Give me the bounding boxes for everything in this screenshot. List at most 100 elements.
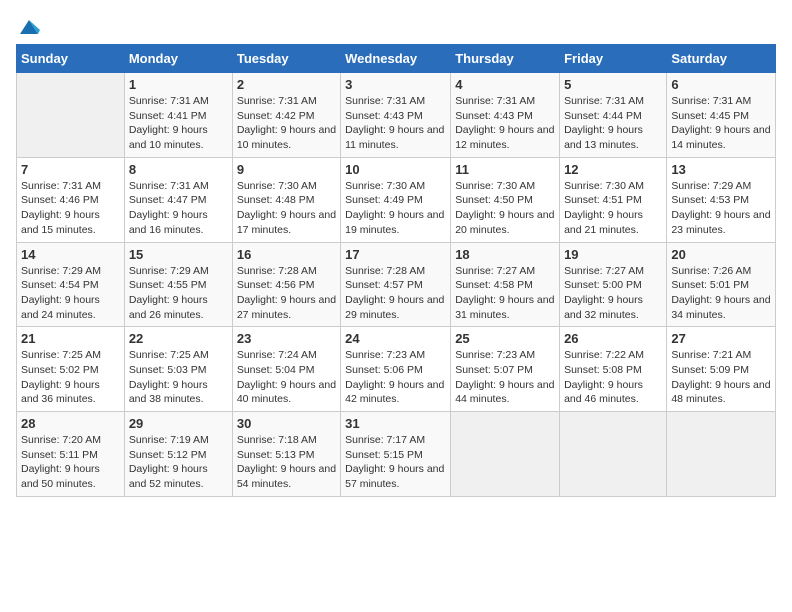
day-number: 15 — [129, 247, 228, 262]
day-number: 11 — [455, 162, 555, 177]
day-number: 8 — [129, 162, 228, 177]
calendar-cell: 23 Sunrise: 7:24 AMSunset: 5:04 PMDayligh… — [232, 327, 340, 412]
calendar-cell: 22 Sunrise: 7:25 AMSunset: 5:03 PMDayligh… — [124, 327, 232, 412]
calendar-cell: 6 Sunrise: 7:31 AMSunset: 4:45 PMDaylight… — [667, 73, 776, 158]
day-info: Sunrise: 7:20 AMSunset: 5:11 PMDaylight:… — [21, 433, 120, 492]
day-info: Sunrise: 7:28 AMSunset: 4:56 PMDaylight:… — [237, 264, 336, 323]
calendar-cell: 15 Sunrise: 7:29 AMSunset: 4:55 PMDayligh… — [124, 242, 232, 327]
calendar-cell: 9 Sunrise: 7:30 AMSunset: 4:48 PMDaylight… — [232, 157, 340, 242]
day-info: Sunrise: 7:31 AMSunset: 4:47 PMDaylight:… — [129, 179, 228, 238]
calendar-cell: 5 Sunrise: 7:31 AMSunset: 4:44 PMDaylight… — [560, 73, 667, 158]
day-info: Sunrise: 7:22 AMSunset: 5:08 PMDaylight:… — [564, 348, 662, 407]
day-info: Sunrise: 7:31 AMSunset: 4:43 PMDaylight:… — [345, 94, 446, 153]
day-number: 12 — [564, 162, 662, 177]
day-number: 13 — [671, 162, 771, 177]
weekday-header-tuesday: Tuesday — [232, 45, 340, 73]
day-info: Sunrise: 7:19 AMSunset: 5:12 PMDaylight:… — [129, 433, 228, 492]
logo-icon — [18, 16, 40, 38]
day-info: Sunrise: 7:30 AMSunset: 4:49 PMDaylight:… — [345, 179, 446, 238]
day-info: Sunrise: 7:29 AMSunset: 4:55 PMDaylight:… — [129, 264, 228, 323]
weekday-header-friday: Friday — [560, 45, 667, 73]
day-info: Sunrise: 7:23 AMSunset: 5:06 PMDaylight:… — [345, 348, 446, 407]
weekday-header-monday: Monday — [124, 45, 232, 73]
day-info: Sunrise: 7:27 AMSunset: 4:58 PMDaylight:… — [455, 264, 555, 323]
weekday-header-wednesday: Wednesday — [341, 45, 451, 73]
day-info: Sunrise: 7:24 AMSunset: 5:04 PMDaylight:… — [237, 348, 336, 407]
day-info: Sunrise: 7:31 AMSunset: 4:46 PMDaylight:… — [21, 179, 120, 238]
day-info: Sunrise: 7:23 AMSunset: 5:07 PMDaylight:… — [455, 348, 555, 407]
day-info: Sunrise: 7:29 AMSunset: 4:53 PMDaylight:… — [671, 179, 771, 238]
day-info: Sunrise: 7:18 AMSunset: 5:13 PMDaylight:… — [237, 433, 336, 492]
calendar-cell: 14 Sunrise: 7:29 AMSunset: 4:54 PMDayligh… — [17, 242, 125, 327]
day-info: Sunrise: 7:31 AMSunset: 4:41 PMDaylight:… — [129, 94, 228, 153]
calendar-cell: 28 Sunrise: 7:20 AMSunset: 5:11 PMDayligh… — [17, 412, 125, 497]
day-number: 17 — [345, 247, 446, 262]
day-info: Sunrise: 7:31 AMSunset: 4:42 PMDaylight:… — [237, 94, 336, 153]
day-number: 29 — [129, 416, 228, 431]
weekday-header-saturday: Saturday — [667, 45, 776, 73]
day-number: 28 — [21, 416, 120, 431]
day-info: Sunrise: 7:25 AMSunset: 5:03 PMDaylight:… — [129, 348, 228, 407]
day-info: Sunrise: 7:30 AMSunset: 4:48 PMDaylight:… — [237, 179, 336, 238]
day-number: 30 — [237, 416, 336, 431]
calendar-cell — [451, 412, 560, 497]
day-info: Sunrise: 7:31 AMSunset: 4:43 PMDaylight:… — [455, 94, 555, 153]
day-info: Sunrise: 7:25 AMSunset: 5:02 PMDaylight:… — [21, 348, 120, 407]
page-header — [16, 16, 776, 32]
day-info: Sunrise: 7:30 AMSunset: 4:50 PMDaylight:… — [455, 179, 555, 238]
calendar-cell: 11 Sunrise: 7:30 AMSunset: 4:50 PMDayligh… — [451, 157, 560, 242]
calendar-cell: 21 Sunrise: 7:25 AMSunset: 5:02 PMDayligh… — [17, 327, 125, 412]
day-number: 19 — [564, 247, 662, 262]
calendar-cell: 19 Sunrise: 7:27 AMSunset: 5:00 PMDayligh… — [560, 242, 667, 327]
day-info: Sunrise: 7:29 AMSunset: 4:54 PMDaylight:… — [21, 264, 120, 323]
calendar-cell: 16 Sunrise: 7:28 AMSunset: 4:56 PMDayligh… — [232, 242, 340, 327]
calendar-table: SundayMondayTuesdayWednesdayThursdayFrid… — [16, 44, 776, 497]
calendar-cell: 2 Sunrise: 7:31 AMSunset: 4:42 PMDaylight… — [232, 73, 340, 158]
calendar-cell: 29 Sunrise: 7:19 AMSunset: 5:12 PMDayligh… — [124, 412, 232, 497]
calendar-cell: 20Sunrise: 7:26 AMSunset: 5:01 PMDayligh… — [667, 242, 776, 327]
calendar-cell: 7 Sunrise: 7:31 AMSunset: 4:46 PMDaylight… — [17, 157, 125, 242]
day-number: 5 — [564, 77, 662, 92]
day-number: 9 — [237, 162, 336, 177]
day-number: 2 — [237, 77, 336, 92]
calendar-cell: 24Sunrise: 7:23 AMSunset: 5:06 PMDayligh… — [341, 327, 451, 412]
day-number: 16 — [237, 247, 336, 262]
day-number: 18 — [455, 247, 555, 262]
day-info: Sunrise: 7:30 AMSunset: 4:51 PMDaylight:… — [564, 179, 662, 238]
day-number: 26 — [564, 331, 662, 346]
day-number: 21 — [21, 331, 120, 346]
day-info: Sunrise: 7:31 AMSunset: 4:45 PMDaylight:… — [671, 94, 771, 153]
day-number: 4 — [455, 77, 555, 92]
day-info: Sunrise: 7:17 AMSunset: 5:15 PMDaylight:… — [345, 433, 446, 492]
day-number: 22 — [129, 331, 228, 346]
day-info: Sunrise: 7:28 AMSunset: 4:57 PMDaylight:… — [345, 264, 446, 323]
day-number: 25 — [455, 331, 555, 346]
day-info: Sunrise: 7:31 AMSunset: 4:44 PMDaylight:… — [564, 94, 662, 153]
weekday-header-sunday: Sunday — [17, 45, 125, 73]
day-number: 10 — [345, 162, 446, 177]
calendar-cell — [667, 412, 776, 497]
calendar-cell: 13 Sunrise: 7:29 AMSunset: 4:53 PMDayligh… — [667, 157, 776, 242]
day-info: Sunrise: 7:27 AMSunset: 5:00 PMDaylight:… — [564, 264, 662, 323]
calendar-cell: 10 Sunrise: 7:30 AMSunset: 4:49 PMDayligh… — [341, 157, 451, 242]
calendar-cell: 26 Sunrise: 7:22 AMSunset: 5:08 PMDayligh… — [560, 327, 667, 412]
day-number: 20 — [671, 247, 771, 262]
day-number: 1 — [129, 77, 228, 92]
calendar-cell: 4 Sunrise: 7:31 AMSunset: 4:43 PMDaylight… — [451, 73, 560, 158]
calendar-cell: 27 Sunrise: 7:21 AMSunset: 5:09 PMDayligh… — [667, 327, 776, 412]
calendar-cell: 18 Sunrise: 7:27 AMSunset: 4:58 PMDayligh… — [451, 242, 560, 327]
calendar-cell — [17, 73, 125, 158]
day-number: 23 — [237, 331, 336, 346]
day-number: 27 — [671, 331, 771, 346]
day-number: 3 — [345, 77, 446, 92]
day-number: 14 — [21, 247, 120, 262]
logo — [16, 16, 40, 32]
calendar-cell — [560, 412, 667, 497]
day-info: Sunrise: 7:21 AMSunset: 5:09 PMDaylight:… — [671, 348, 771, 407]
day-number: 7 — [21, 162, 120, 177]
calendar-cell: 8 Sunrise: 7:31 AMSunset: 4:47 PMDaylight… — [124, 157, 232, 242]
calendar-cell: 3 Sunrise: 7:31 AMSunset: 4:43 PMDaylight… — [341, 73, 451, 158]
weekday-header-thursday: Thursday — [451, 45, 560, 73]
calendar-cell: 31Sunrise: 7:17 AMSunset: 5:15 PMDayligh… — [341, 412, 451, 497]
day-number: 6 — [671, 77, 771, 92]
